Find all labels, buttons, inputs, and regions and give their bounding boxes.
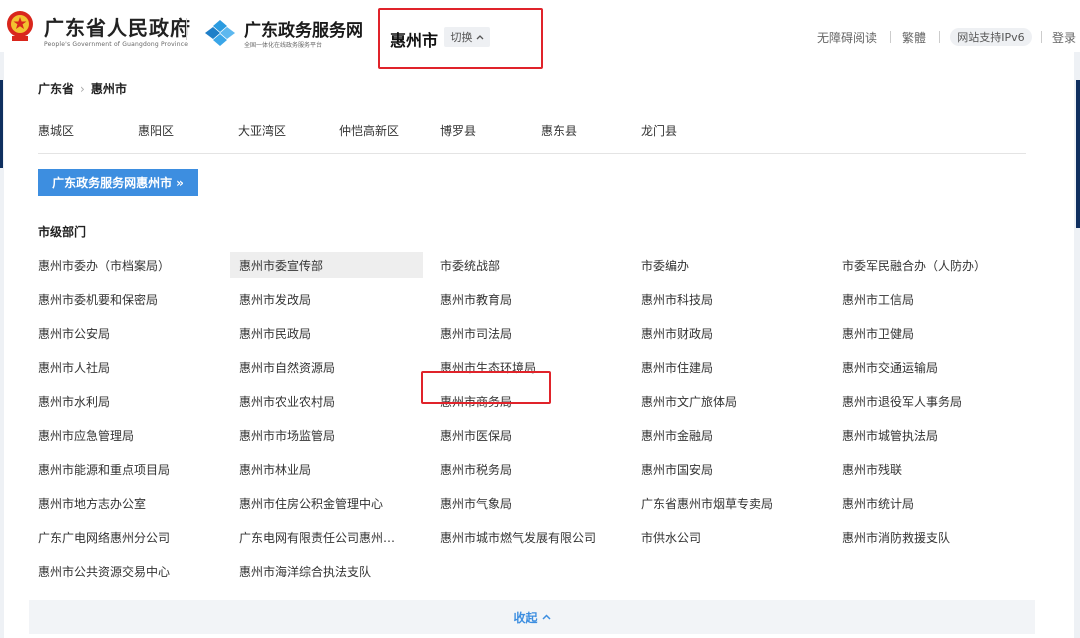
department-link[interactable]: 惠州市公安局 [29,320,222,346]
department-link[interactable]: 惠州市民政局 [230,320,423,346]
district-link[interactable]: 大亚湾区 [238,122,286,139]
department-link[interactable]: 惠州市能源和重点项目局 [29,456,222,482]
department-link[interactable]: 惠州市农业农村局 [230,388,423,414]
department-link[interactable]: 惠州市住建局 [632,354,825,380]
breadcrumb-city: 惠州市 [90,82,127,96]
department-link[interactable]: 惠州市水利局 [29,388,222,414]
ipv6-badge: 网站支持IPv6 [950,28,1032,46]
department-link[interactable]: 市委编办 [632,252,825,278]
department-link[interactable]: 惠州市医保局 [431,422,624,448]
department-link[interactable]: 惠州市应急管理局 [29,422,222,448]
department-link[interactable]: 惠州市残联 [833,456,1026,482]
accessibility-link[interactable]: 无障碍阅读 [817,29,877,46]
department-link[interactable]: 惠州市商务局 [431,388,624,414]
portal-subtitle: 全国一体化在线政务服务平台 [244,42,323,49]
district-link[interactable]: 博罗县 [440,122,476,139]
city-portal-button[interactable]: 广东政务服务网惠州市 » [38,169,198,196]
background-banner-left [0,80,3,168]
section-title: 市级部门 [38,225,87,239]
top-header: 广东省人民政府 People's Government of Guangdong… [0,0,1080,52]
department-link[interactable]: 惠州市城市燃气发展有限公司 [431,524,624,550]
department-link[interactable]: 惠州市委机要和保密局 [29,286,222,312]
department-link[interactable]: 市委军民融合办（人防办） [833,252,1026,278]
district-link[interactable]: 仲恺高新区 [339,122,399,139]
department-link[interactable]: 惠州市消防救援支队 [833,524,1026,550]
util-divider [939,31,940,43]
district-link[interactable]: 惠城区 [38,122,74,139]
header-divider [186,18,187,40]
chevron-up-icon [541,614,551,620]
department-link[interactable]: 广东省惠州市烟草专卖局 [632,490,825,516]
breadcrumb-province[interactable]: 广东省 [38,80,74,97]
double-chevron-right-icon: » [176,175,184,190]
traditional-chinese-link[interactable]: 繁體 [902,29,926,46]
department-link[interactable]: 惠州市工信局 [833,286,1026,312]
util-divider [890,31,891,43]
city-portal-label: 广东政务服务网惠州市 [52,176,173,190]
department-link[interactable]: 惠州市统计局 [833,490,1026,516]
department-link[interactable]: 惠州市住房公积金管理中心 [230,490,423,516]
login-link[interactable]: 登录 [1052,29,1076,46]
department-link[interactable]: 惠州市地方志办公室 [29,490,222,516]
current-city-label: 惠州市 [390,31,439,50]
department-link[interactable]: 广东广电网络惠州分公司 [29,524,222,550]
department-link[interactable]: 市供水公司 [632,524,825,550]
department-link[interactable]: 市委统战部 [431,252,624,278]
department-link[interactable]: 惠州市气象局 [431,490,624,516]
department-link[interactable]: 广东电网有限责任公司惠州… [230,524,423,550]
breadcrumb-separator-icon: › [80,81,85,96]
department-link[interactable]: 惠州市司法局 [431,320,624,346]
department-link[interactable]: 惠州市海洋综合执法支队 [230,558,423,584]
portal-logo-icon [205,20,235,46]
city-switch-button[interactable]: 切换 [444,27,490,47]
collapse-button[interactable]: 收起 [29,600,1035,634]
department-link[interactable]: 惠州市财政局 [632,320,825,346]
gov-subtitle: People's Government of Guangdong Provinc… [44,41,189,48]
breadcrumb: 广东省 › 惠州市 [38,80,127,97]
department-link[interactable]: 惠州市城管执法局 [833,422,1026,448]
department-link[interactable]: 惠州市林业局 [230,456,423,482]
department-link[interactable]: 惠州市人社局 [29,354,222,380]
district-link[interactable]: 惠阳区 [138,122,174,139]
national-emblem-icon [7,11,33,41]
city-switch-panel: 广东省 › 惠州市 惠城区 惠阳区 大亚湾区 仲恺高新区 博罗县 惠东县 龙门县… [4,49,1074,638]
department-link[interactable]: 惠州市教育局 [431,286,624,312]
department-link[interactable]: 惠州市委办（市档案局） [29,252,222,278]
gov-title[interactable]: 广东省人民政府 [44,12,191,41]
department-link[interactable]: 惠州市自然资源局 [230,354,423,380]
divider [38,153,1026,154]
department-link[interactable]: 惠州市生态环境局 [431,354,624,380]
department-link[interactable]: 惠州市卫健局 [833,320,1026,346]
district-link[interactable]: 惠东县 [541,122,577,139]
background-banner-right [1076,80,1080,228]
collapse-label: 收起 [513,610,538,625]
switch-label: 切换 [450,31,473,44]
department-link[interactable]: 惠州市国安局 [632,456,825,482]
department-link[interactable]: 惠州市交通运输局 [833,354,1026,380]
department-link[interactable]: 惠州市公共资源交易中心 [29,558,222,584]
department-link[interactable]: 惠州市文广旅体局 [632,388,825,414]
department-link[interactable]: 惠州市科技局 [632,286,825,312]
department-link[interactable]: 惠州市税务局 [431,456,624,482]
department-link[interactable]: 惠州市金融局 [632,422,825,448]
chevron-up-icon [476,35,483,40]
district-link[interactable]: 龙门县 [641,122,677,139]
department-link[interactable]: 惠州市退役军人事务局 [833,388,1026,414]
department-link[interactable]: 惠州市市场监管局 [230,422,423,448]
portal-title[interactable]: 广东政务服务网 [244,16,363,41]
util-divider [1041,31,1042,43]
department-link[interactable]: 惠州市发改局 [230,286,423,312]
department-link[interactable]: 惠州市委宣传部 [230,252,423,278]
